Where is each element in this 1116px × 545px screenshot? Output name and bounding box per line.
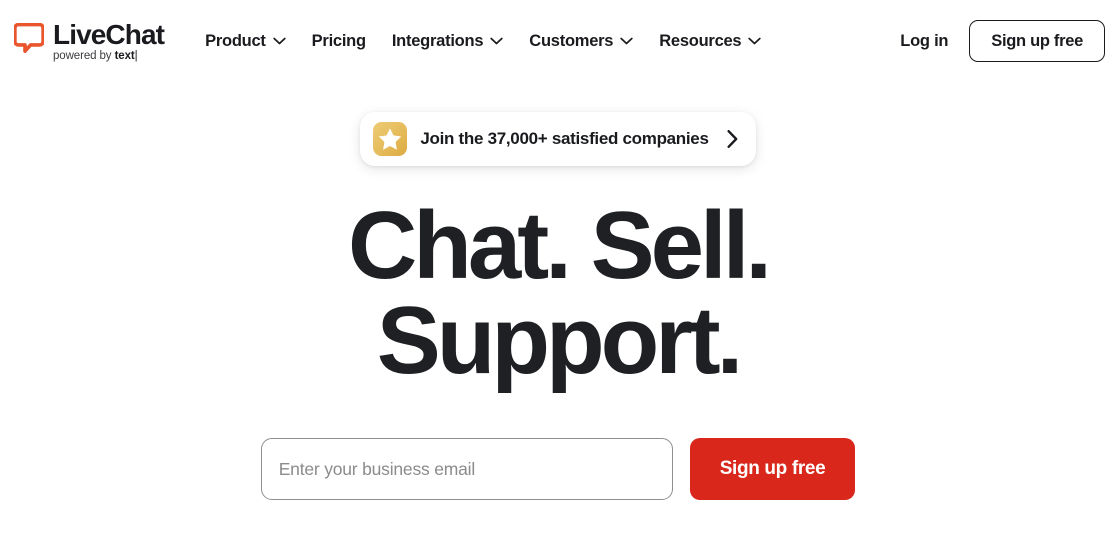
site-header: LiveChat powered by text| Product Pricin…	[0, 0, 1116, 82]
nav-item-label: Resources	[659, 31, 742, 50]
header-actions: Log in Sign up free	[898, 19, 1105, 63]
logo-tagline: powered by text|	[53, 50, 164, 64]
login-link[interactable]: Log in	[898, 26, 950, 57]
nav-item-label: Customers	[529, 31, 614, 50]
main-nav: Product Pricing Integrations Customers R…	[192, 24, 774, 59]
chevron-down-icon	[748, 37, 762, 45]
header-signup-button[interactable]: Sign up free	[969, 19, 1105, 63]
chevron-down-icon	[273, 37, 286, 45]
nav-item-integrations[interactable]: Integrations	[379, 24, 516, 59]
tagline-brand: text	[114, 50, 135, 63]
chevron-down-icon	[620, 37, 633, 45]
logo-text: LiveChat powered by text|	[53, 19, 165, 64]
speech-bubble-icon	[14, 20, 44, 54]
nav-item-resources[interactable]: Resources	[646, 24, 774, 59]
tagline-prefix: powered by	[53, 50, 115, 63]
badge-label: Join the 37,000+ satisfied companies	[420, 129, 709, 148]
nav-item-product[interactable]: Product	[192, 24, 299, 59]
email-input[interactable]	[260, 438, 673, 501]
page-title: Chat. Sell. Support.	[347, 192, 772, 395]
hero-signup-button[interactable]: Sign up free	[689, 438, 856, 501]
logo-wordmark: LiveChat	[53, 19, 165, 51]
chevron-down-icon	[490, 37, 503, 45]
nav-item-pricing[interactable]: Pricing	[299, 24, 379, 59]
hero-section: Join the 37,000+ satisfied companies Cha…	[0, 82, 1116, 501]
headline-line-2: Support.	[376, 287, 744, 395]
nav-item-label: Product	[205, 31, 266, 50]
nav-item-label: Pricing	[311, 31, 366, 50]
tagline-caret: |	[134, 50, 138, 63]
satisfied-companies-badge[interactable]: Join the 37,000+ satisfied companies	[360, 112, 756, 166]
signup-form: Sign up free	[260, 438, 856, 501]
star-icon	[373, 122, 408, 156]
landing-page: LiveChat powered by text| Product Pricin…	[0, 0, 1116, 545]
nav-item-customers[interactable]: Customers	[516, 24, 646, 59]
nav-item-label: Integrations	[391, 31, 484, 50]
chevron-right-icon	[722, 129, 739, 149]
headline-line-1: Chat. Sell.	[347, 192, 772, 299]
logo[interactable]: LiveChat powered by text|	[14, 18, 165, 64]
